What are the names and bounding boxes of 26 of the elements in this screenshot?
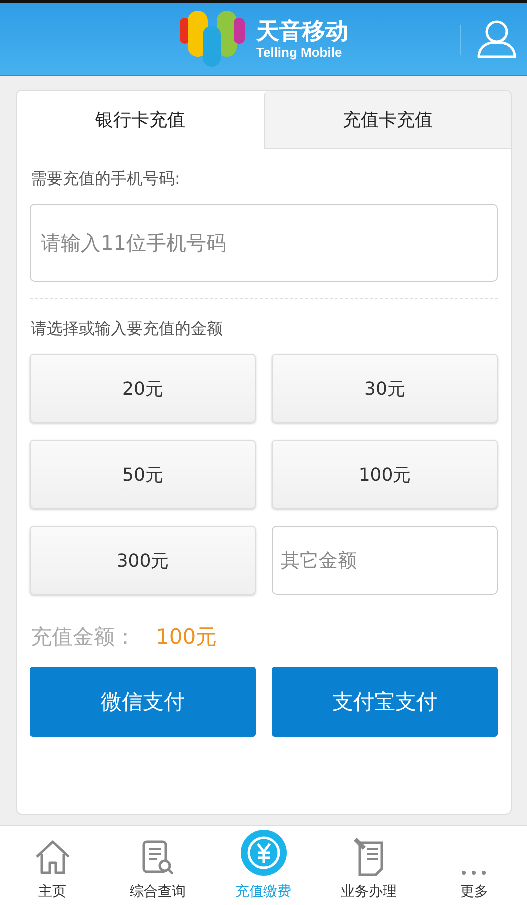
document-pen-icon — [352, 837, 386, 877]
custom-amount-input[interactable]: 其它金额 — [272, 526, 498, 595]
amount-label: 请选择或输入要充值的金额 — [31, 319, 224, 340]
phone-label: 需要充值的手机号码: — [31, 169, 182, 190]
brand-name: 天音移动 — [256, 18, 348, 44]
total-label: 充值金额： — [31, 624, 136, 651]
total-value: 100元 — [156, 624, 218, 651]
pay-button[interactable]: 微信支付 — [30, 667, 256, 737]
nav-item[interactable]: 主页 — [0, 826, 106, 905]
yuan-coin-icon — [240, 829, 288, 877]
document-search-icon — [141, 839, 176, 877]
amount-option[interactable]: 100元 — [272, 440, 498, 509]
amount-option[interactable]: 20元 — [30, 354, 256, 423]
more-icon — [461, 869, 488, 877]
amount-option[interactable]: 300元 — [30, 526, 256, 595]
pay-button[interactable]: 支付宝支付 — [272, 667, 498, 737]
nav-item[interactable]: 综合查询 — [105, 826, 211, 905]
tab[interactable]: 充值卡充值 — [264, 91, 511, 149]
amount-option[interactable]: 30元 — [272, 354, 498, 423]
amount-option[interactable]: 50元 — [30, 440, 256, 509]
nav-item[interactable]: 更多 — [422, 826, 527, 905]
brand-subtitle: Telling Mobile — [256, 44, 344, 60]
home-icon — [34, 839, 72, 877]
nav-item[interactable]: 业务办理 — [316, 826, 422, 905]
logo-icon — [178, 10, 246, 68]
phone-input[interactable]: 请输入11位手机号码 — [30, 204, 498, 282]
